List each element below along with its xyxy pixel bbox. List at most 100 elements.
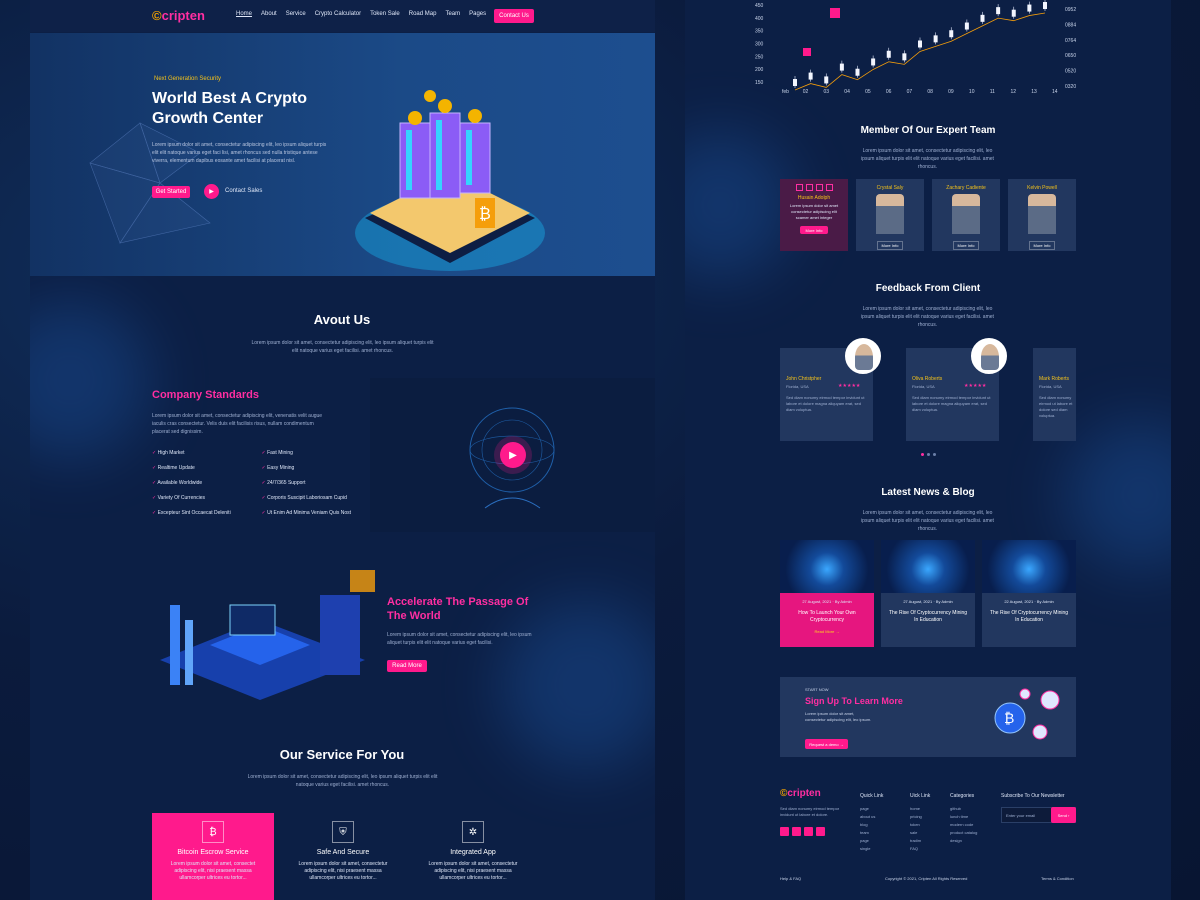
team-card[interactable]: Kelvin Powell More Info — [1008, 179, 1076, 251]
candle-body — [933, 35, 938, 43]
y-tick-label-right: 0520 — [1065, 69, 1076, 75]
nav-item-road-map[interactable]: Road Map — [409, 11, 437, 17]
logo[interactable]: ©cripten — [152, 8, 205, 23]
footer-link[interactable]: blog — [860, 821, 883, 829]
candle-body — [1011, 9, 1016, 17]
footer-link[interactable]: pricing — [910, 813, 930, 821]
nav-item-service[interactable]: Service — [286, 11, 306, 17]
help-faq-link[interactable]: Help & FAQ — [780, 876, 801, 881]
footer-link[interactable]: sale — [910, 829, 930, 837]
blog-card[interactable]: 22 August, 2021 · By Admin The Rise Of C… — [982, 540, 1076, 647]
play-icon[interactable]: ▶ — [204, 184, 219, 199]
nav-item-about[interactable]: About — [261, 11, 277, 17]
testimonial-card: Mark Roberts Florida, USA Sed diam nonum… — [1033, 348, 1076, 441]
nav-item-crypto-calculator[interactable]: Crypto Calculator — [315, 11, 361, 17]
terms-link[interactable]: Terms & Condition — [1041, 876, 1074, 881]
client-avatar — [971, 338, 1007, 374]
contact-sales-link[interactable]: Contact Sales — [225, 188, 262, 194]
y-tick-label-right: 0884 — [1065, 22, 1076, 28]
candle-body — [980, 14, 985, 22]
slider-dot[interactable] — [927, 453, 930, 456]
contact-us-button[interactable]: Contact Us — [494, 9, 534, 23]
slider-dot[interactable] — [921, 453, 924, 456]
avatar — [876, 194, 904, 234]
team-card[interactable]: Crystal Saly More Info — [856, 179, 924, 251]
dribbble-icon[interactable] — [825, 184, 833, 191]
signup-eyebrow: START NOW — [805, 687, 829, 692]
twitter-icon[interactable] — [805, 184, 813, 191]
blog-card[interactable]: 27 August, 2021 · By Admin The Rise Of C… — [881, 540, 975, 647]
more-info-button[interactable]: More Info — [952, 241, 980, 250]
checklist-item: 24/7/365 Support — [262, 480, 368, 486]
client-avatar — [845, 338, 881, 374]
instagram-icon[interactable] — [815, 184, 823, 191]
service-card[interactable]: ✲ Integrated App Lorem ipsum dolor sit a… — [412, 813, 534, 900]
footer-link[interactable]: single — [860, 845, 883, 853]
trend-line — [794, 12, 1046, 91]
footer-link[interactable]: team — [860, 829, 883, 837]
accelerate-title: Accelerate The Passage Of The World — [387, 596, 529, 622]
slider-dot[interactable] — [933, 453, 936, 456]
footer-link[interactable]: tradim — [910, 837, 930, 845]
read-more-button[interactable]: Read More — [387, 660, 427, 672]
more-info-button[interactable]: More Info — [800, 226, 828, 234]
company-standards-title: Company Standards — [152, 389, 259, 401]
bitcoin-icon: ₿ — [202, 821, 224, 843]
services-title: Our Service For You — [279, 747, 405, 762]
twitter-icon[interactable] — [792, 827, 801, 836]
instagram-icon[interactable] — [804, 827, 813, 836]
footer-column-title: Quick Link — [860, 793, 884, 799]
more-info-button[interactable]: More Info — [1028, 241, 1056, 250]
request-demo-button[interactable]: Request a demo → — [805, 739, 848, 749]
footer-link[interactable]: github — [950, 805, 977, 813]
slider-dots — [921, 453, 936, 456]
nav-item-pages[interactable]: Pages — [469, 11, 486, 17]
footer-links: github lunch time modern code product catal… — [950, 805, 977, 845]
footer-link[interactable]: page — [860, 805, 883, 813]
decor-cube — [803, 48, 811, 56]
team-card[interactable]: Husain Adolph Lorem ipsum dolor sit amet… — [780, 179, 848, 251]
play-video-button[interactable]: ▶ — [500, 442, 526, 468]
newsletter-send-button[interactable]: Send › — [1051, 807, 1076, 823]
dribbble-icon[interactable] — [816, 827, 825, 836]
checklist-item: Available Worldwide — [152, 480, 258, 486]
blog-post-title[interactable]: How To Launch Your Own Cryptocurrency — [780, 610, 874, 624]
footer-description: Sed diam nonumy eirmod tempor invidunt u… — [780, 806, 840, 817]
footer-social-icons — [780, 827, 825, 836]
nav-item-token-sale[interactable]: Token Sale — [370, 11, 400, 17]
rss-icon[interactable] — [795, 184, 803, 191]
more-info-button[interactable]: More Info — [876, 241, 904, 250]
nav-item-team[interactable]: Team — [445, 11, 460, 17]
logo-mark: © — [152, 8, 162, 23]
facebook-icon[interactable] — [780, 827, 789, 836]
footer-link[interactable]: modern code — [950, 821, 977, 829]
blog-post-title[interactable]: The Rise Of Cryptocurrency Mining In Edu… — [982, 610, 1076, 624]
service-card[interactable]: ₿ Bitcoin Escrow Service Lorem ipsum dol… — [152, 813, 274, 900]
candle-body — [793, 79, 797, 86]
footer-link[interactable]: home — [910, 805, 930, 813]
footer-link[interactable]: product catalog — [950, 829, 977, 837]
footer-link[interactable]: lunch time — [950, 813, 977, 821]
footer-link[interactable]: token — [910, 821, 930, 829]
footer-link[interactable]: page — [860, 837, 883, 845]
decor-cube — [830, 8, 840, 18]
get-started-button[interactable]: Get Started — [152, 186, 190, 198]
service-card[interactable]: ⛨ Safe And Secure Lorem ipsum dolor sit … — [282, 813, 404, 900]
footer-link[interactable]: design — [950, 837, 977, 845]
avatar — [1028, 194, 1056, 234]
client-name: John Christpher — [786, 376, 822, 382]
footer-link[interactable]: about us — [860, 813, 883, 821]
checklist-item: Easy Mining — [262, 465, 368, 471]
footer-logo[interactable]: ©cripten — [780, 788, 821, 799]
x-tick-label: 11 — [990, 89, 995, 95]
x-tick-label: 14 — [1052, 89, 1058, 95]
blog-post-title[interactable]: The Rise Of Cryptocurrency Mining In Edu… — [881, 610, 975, 624]
blog-card[interactable]: 27 August, 2021 · By Admin How To Launch… — [780, 540, 874, 647]
x-tick-label: 08 — [927, 89, 933, 95]
read-more-link[interactable]: Read More → — [780, 629, 874, 634]
footer-link[interactable]: FAQ — [910, 845, 930, 853]
team-name: Kelvin Powell — [1027, 185, 1057, 191]
signup-title: Sign Up To Learn More — [805, 696, 903, 706]
team-card[interactable]: Zachary Cadiente More Info — [932, 179, 1000, 251]
nav-item-home[interactable]: Home — [236, 11, 252, 17]
